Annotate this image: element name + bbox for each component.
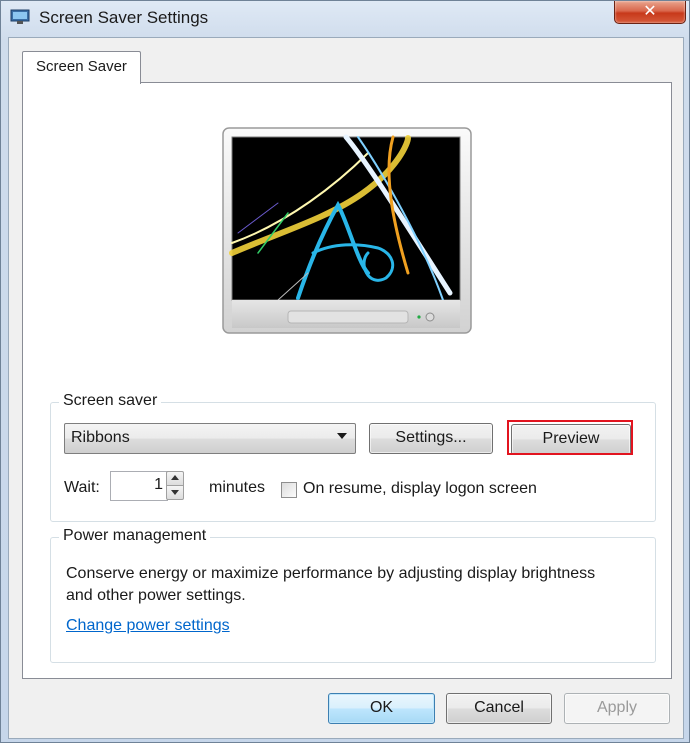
ok-button[interactable]: OK (328, 693, 435, 724)
apply-button[interactable]: Apply (564, 693, 670, 724)
dialog-window: Screen Saver Settings ✕ Screen Saver Scr… (0, 0, 690, 743)
wait-minutes-input[interactable]: 1 (110, 471, 168, 501)
screen-saver-selected: Ribbons (71, 429, 130, 446)
power-management-group: Power management Conserve energy or maxi… (50, 527, 656, 663)
resume-logon-label[interactable]: On resume, display logon screen (303, 480, 537, 498)
screen-saver-preview-monitor (222, 127, 472, 334)
wait-stepper[interactable] (166, 471, 184, 501)
screen-saver-group: Screen saver Ribbons Settings... Preview… (50, 392, 656, 522)
cancel-button[interactable]: Cancel (446, 693, 552, 724)
tab-screen-saver[interactable]: Screen Saver (22, 51, 141, 84)
wait-label: Wait: (64, 479, 100, 496)
screen-saver-dropdown[interactable]: Ribbons (64, 423, 356, 454)
wait-value: 1 (154, 476, 163, 493)
arrow-up-icon (171, 475, 179, 480)
minutes-label: minutes (209, 479, 266, 496)
screen-saver-legend: Screen saver (59, 392, 162, 410)
chevron-down-icon (337, 433, 347, 439)
increment-button[interactable] (166, 471, 184, 486)
decrement-button[interactable] (166, 485, 184, 500)
window-title: Screen Saver Settings (39, 8, 209, 27)
monitor-icon (10, 9, 30, 24)
arrow-down-icon (171, 490, 179, 495)
close-button[interactable]: ✕ (614, 1, 686, 24)
power-management-legend: Power management (59, 527, 211, 545)
change-power-settings-link[interactable]: Change power settings (66, 617, 230, 635)
resume-logon-checkbox[interactable] (281, 482, 297, 498)
title-bar[interactable]: Screen Saver Settings ✕ (1, 1, 689, 37)
preview-highlight-box (507, 420, 633, 455)
dialog-client-area: Screen Saver Screen saver Ribbons Settin… (8, 37, 684, 739)
power-description: Conserve energy or maximize performance … (66, 565, 596, 604)
tab-panel: Screen saver Ribbons Settings... Preview… (22, 82, 672, 679)
settings-button[interactable]: Settings... (369, 423, 493, 454)
